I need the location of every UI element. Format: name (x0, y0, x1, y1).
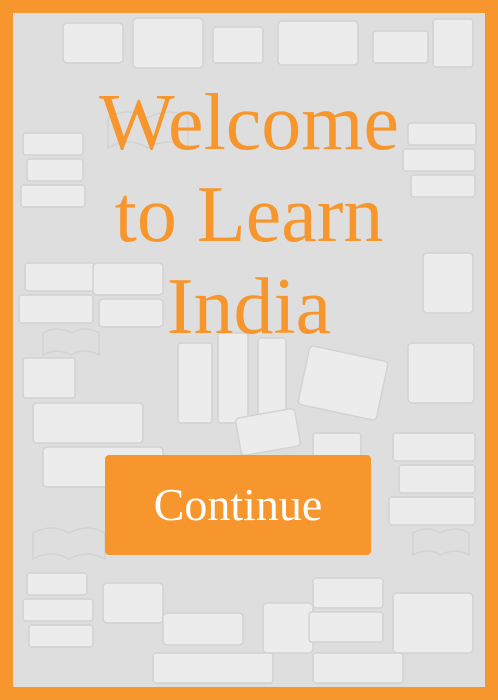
welcome-title: Welcome to Learn India (13, 77, 485, 353)
welcome-title-line-2: to Learn (114, 171, 384, 259)
welcome-screen: Welcome to Learn India Continue (0, 0, 498, 700)
welcome-title-line-1: Welcome (98, 79, 400, 167)
welcome-title-line-3: India (166, 263, 332, 351)
continue-button[interactable]: Continue (105, 455, 371, 555)
